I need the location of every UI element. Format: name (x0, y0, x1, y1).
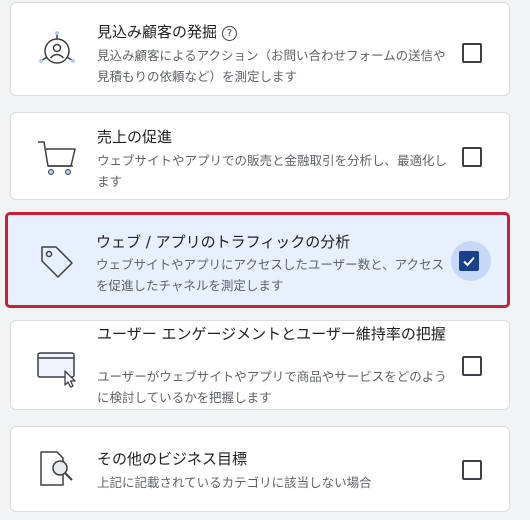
objective-description: ウェブサイトやアプリにアクセスしたユーザー数と、アクセスを促進したチャネルを測定… (96, 257, 445, 293)
objective-checkbox[interactable] (462, 460, 482, 480)
objective-description: ユーザーがウェブサイトやアプリで商品やサービスをどのように検討しているかを把握し… (97, 369, 447, 405)
objective-title: その他のビジネス目標 (97, 450, 248, 468)
objective-title: 売上の促進 (97, 128, 173, 146)
objective-checkbox[interactable] (462, 43, 482, 63)
objective-card-web-app-traffic[interactable]: ウェブ / アプリのトラフィックの分析 ウェブサイトやアプリにアクセスしたユーザ… (5, 212, 510, 308)
objective-card-engagement-retention[interactable]: ユーザー エンゲージメントとユーザー維持率の把握 ユーザーがウェブサイトやアプリ… (10, 320, 510, 410)
tag-icon (41, 246, 73, 278)
objective-title: ユーザー エンゲージメントとユーザー維持率の把握 (97, 325, 446, 343)
objective-checkbox[interactable] (459, 251, 479, 271)
document-search-icon (40, 451, 73, 486)
objective-description: 見込み顧客によるアクション（お問い合わせフォームの送信や見積もりの依頼など）を測… (97, 48, 446, 84)
check-icon (463, 256, 475, 267)
objective-card-drive-sales[interactable]: 売上の促進 ウェブサイトやアプリでの販売と金融取引を分析し、最適化します (10, 112, 510, 200)
help-icon[interactable]: ? (222, 26, 238, 41)
objective-title: ウェブ / アプリのトラフィックの分析 (96, 233, 351, 251)
objective-checkbox[interactable] (462, 147, 482, 167)
objective-checkbox[interactable] (462, 356, 482, 376)
browser-cursor-icon (37, 352, 76, 388)
objective-card-lead-generation[interactable]: 見込み顧客の発掘? 見込み顧客によるアクション（お問い合わせフォームの送信や見積… (10, 2, 510, 96)
lead-target-icon (39, 31, 75, 64)
objective-title: 見込み顧客の発掘? (97, 21, 449, 43)
objective-description: ウェブサイトやアプリでの販売と金融取引を分析し、最適化します (97, 153, 448, 189)
objective-description: 上記に記載されているカテゴリに該当しない場合 (97, 475, 372, 490)
objective-card-other-goals[interactable]: その他のビジネス目標 上記に記載されているカテゴリに該当しない場合 (10, 426, 510, 512)
shopping-cart-icon (38, 141, 76, 175)
